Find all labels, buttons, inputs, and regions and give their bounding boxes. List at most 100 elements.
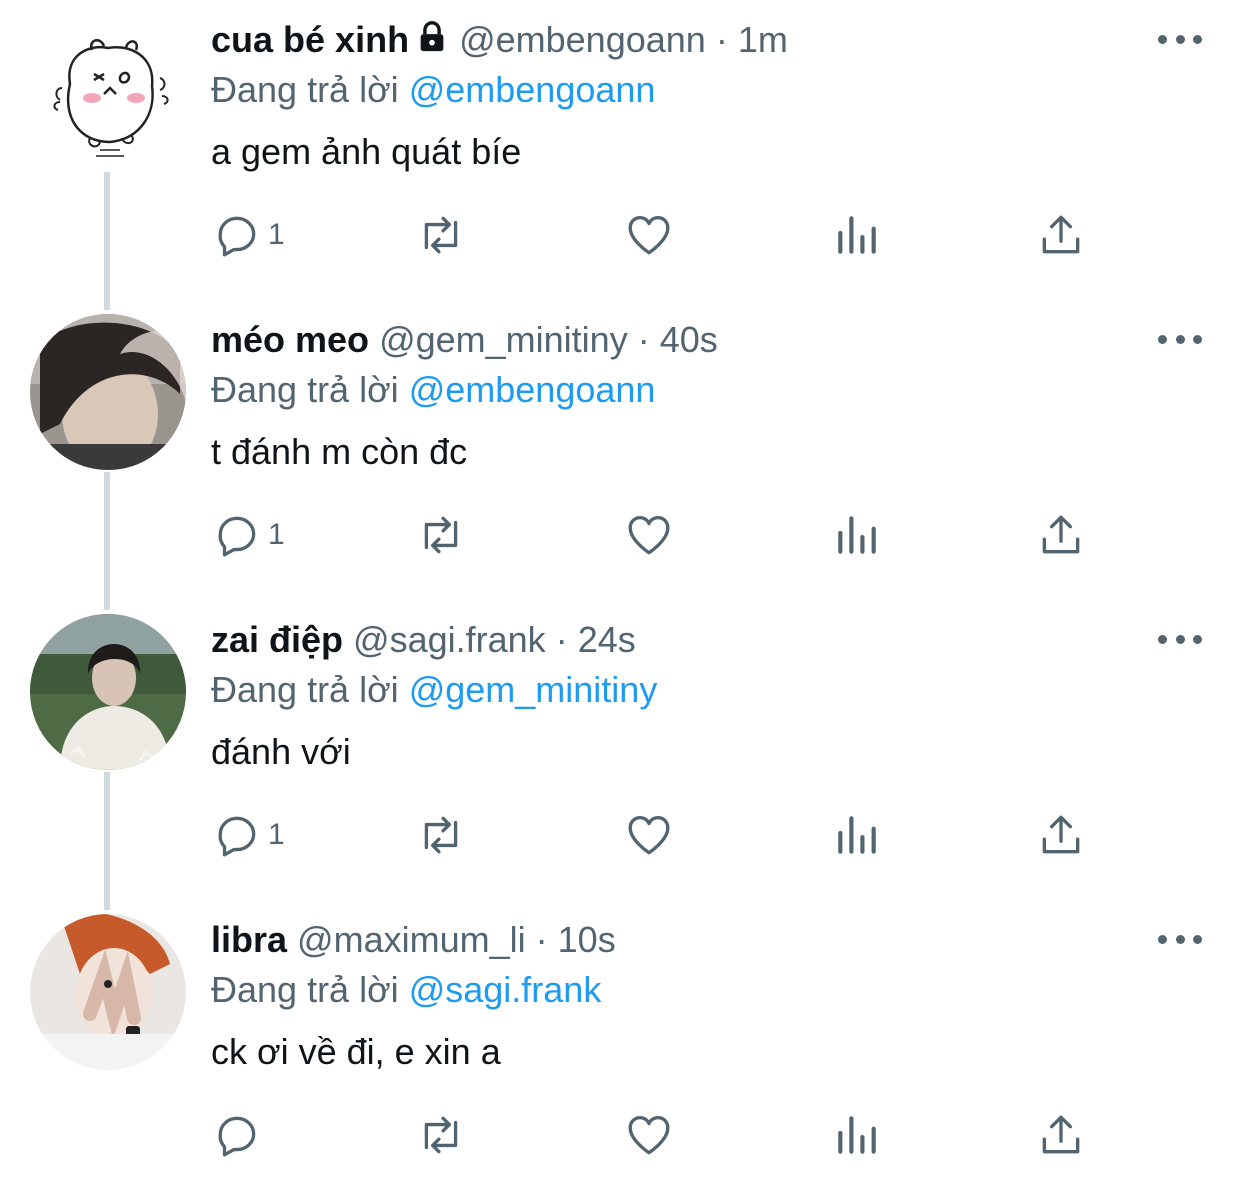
bar-chart-icon [838, 216, 876, 254]
heart-icon [628, 216, 670, 255]
replying-to: Đang trả lời @gem_minitiny [211, 668, 657, 712]
action-bar: 1 [0, 490, 1242, 580]
avatar[interactable] [30, 14, 186, 170]
tweet-text: a gem ảnh quát bíe [211, 131, 522, 172]
like-button[interactable] [624, 1090, 674, 1180]
speech-bubble-icon [218, 1116, 256, 1157]
retweet-arrows-icon [424, 216, 458, 254]
share-button[interactable] [1036, 490, 1086, 580]
share-upload-icon [1042, 1115, 1080, 1154]
replying-to: Đang trả lời @embengoann [211, 368, 655, 412]
tweet-header: méo meo @gem_minitiny · 40s [211, 318, 718, 362]
tweet[interactable]: méo meo @gem_minitiny · 40s Đang trả lời… [0, 300, 1242, 600]
action-bar: 1 [0, 790, 1242, 880]
reply-button[interactable]: 1 [212, 790, 285, 880]
tweet[interactable]: cua bé xinh @embengoann · 1m Đang trả lờ… [0, 0, 1242, 300]
share-upload-icon [1042, 815, 1080, 854]
lock-icon [415, 20, 449, 64]
heart-icon [628, 516, 670, 555]
separator-dot: · [715, 19, 728, 60]
retweet-button[interactable] [416, 790, 466, 880]
retweet-arrows-icon [424, 816, 458, 854]
bar-chart-icon [838, 1116, 876, 1154]
like-button[interactable] [624, 790, 674, 880]
photo-avatar-dark-hair [30, 314, 186, 470]
views-button[interactable] [832, 1090, 882, 1180]
replying-to: Đang trả lời @embengoann [211, 68, 655, 112]
tweet[interactable]: libra @maximum_li · 10s Đang trả lời @sa… [0, 900, 1242, 1200]
heart-icon [628, 816, 670, 855]
retweet-arrows-icon [424, 1116, 458, 1154]
tweet-header: zai điệp @sagi.frank · 24s [211, 618, 636, 662]
mention-link[interactable]: @gem_minitiny [409, 669, 658, 710]
tweet-text: đánh với [211, 731, 351, 772]
replying-label: Đang trả lời [211, 669, 399, 710]
share-upload-icon [1042, 215, 1080, 254]
replying-label: Đang trả lời [211, 369, 399, 410]
display-name[interactable]: libra [211, 919, 287, 960]
speech-bubble-icon [218, 216, 256, 257]
more-options-icon[interactable] [1158, 924, 1202, 954]
reply-count: 1 [268, 818, 285, 851]
separator-dot: · [555, 619, 568, 660]
tweet-text: t đánh m còn đc [211, 431, 468, 472]
user-handle[interactable]: @gem_minitiny [379, 319, 628, 360]
more-options-icon[interactable] [1158, 624, 1202, 654]
timestamp[interactable]: 24s [578, 619, 636, 660]
heart-icon [628, 1116, 670, 1155]
display-name[interactable]: zai điệp [211, 619, 343, 660]
replying-label: Đang trả lời [211, 969, 399, 1010]
like-button[interactable] [624, 490, 674, 580]
tweet[interactable]: zai điệp @sagi.frank · 24s Đang trả lời … [0, 600, 1242, 900]
reply-button[interactable]: 1 [212, 190, 285, 280]
like-button[interactable] [624, 190, 674, 280]
tweet-header: cua bé xinh @embengoann · 1m [211, 18, 788, 64]
timestamp[interactable]: 40s [660, 319, 718, 360]
views-button[interactable] [832, 490, 882, 580]
share-button[interactable] [1036, 790, 1086, 880]
mention-link[interactable]: @embengoann [409, 369, 656, 410]
avatar[interactable] [30, 914, 186, 1070]
avatar[interactable] [30, 314, 186, 470]
views-button[interactable] [832, 190, 882, 280]
replying-to: Đang trả lời @sagi.frank [211, 968, 601, 1012]
bar-chart-icon [838, 516, 876, 554]
reply-button[interactable] [212, 1090, 268, 1180]
action-bar [0, 1090, 1242, 1180]
share-button[interactable] [1036, 1090, 1086, 1180]
photo-avatar-red-hair [30, 914, 186, 1070]
more-options-icon[interactable] [1158, 324, 1202, 354]
tweet-header: libra @maximum_li · 10s [211, 918, 616, 962]
share-upload-icon [1042, 515, 1080, 554]
mention-link[interactable]: @sagi.frank [409, 969, 602, 1010]
separator-dot: · [637, 319, 650, 360]
speech-bubble-icon [218, 516, 256, 557]
avatar[interactable] [30, 614, 186, 770]
more-options-icon[interactable] [1158, 24, 1202, 54]
user-handle[interactable]: @embengoann [459, 19, 706, 60]
timestamp[interactable]: 1m [738, 19, 788, 60]
reply-count: 1 [268, 218, 285, 251]
tweet-text: ck ơi về đi, e xin a [211, 1031, 501, 1072]
separator-dot: · [535, 919, 548, 960]
user-handle[interactable]: @maximum_li [297, 919, 526, 960]
views-button[interactable] [832, 790, 882, 880]
mention-link[interactable]: @embengoann [409, 69, 656, 110]
action-bar: 1 [0, 190, 1242, 280]
timestamp[interactable]: 10s [558, 919, 616, 960]
retweet-button[interactable] [416, 190, 466, 280]
retweet-button[interactable] [416, 490, 466, 580]
display-name[interactable]: cua bé xinh [211, 19, 409, 60]
user-handle[interactable]: @sagi.frank [353, 619, 546, 660]
reply-count: 1 [268, 518, 285, 551]
display-name[interactable]: méo meo [211, 319, 369, 360]
replying-label: Đang trả lời [211, 69, 399, 110]
bar-chart-icon [838, 816, 876, 854]
reply-button[interactable]: 1 [212, 490, 285, 580]
speech-bubble-icon [218, 816, 256, 857]
cartoon-hamster-avatar [30, 14, 186, 170]
retweet-arrows-icon [424, 516, 458, 554]
share-button[interactable] [1036, 190, 1086, 280]
photo-avatar-garden [30, 614, 186, 770]
retweet-button[interactable] [416, 1090, 466, 1180]
